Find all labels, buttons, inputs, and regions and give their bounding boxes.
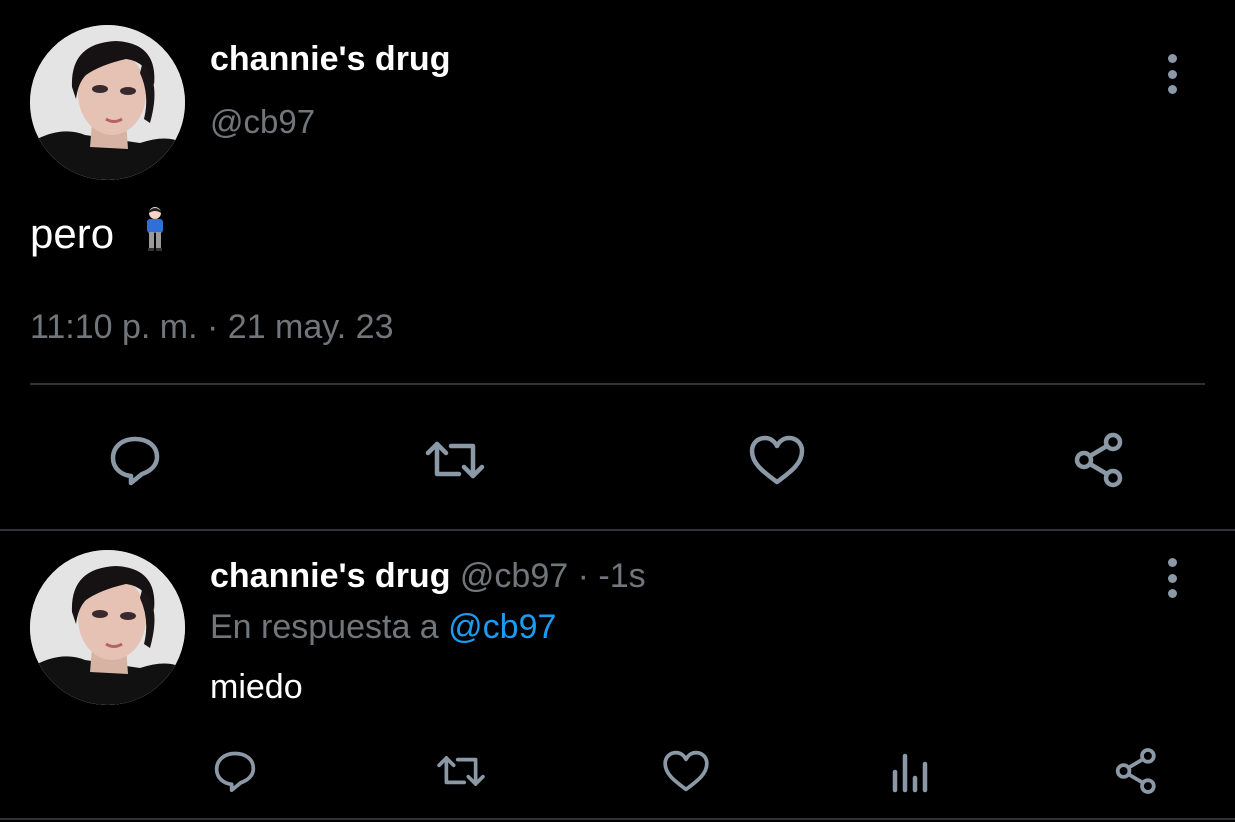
tweet-separator xyxy=(0,818,1235,820)
avatar[interactable] xyxy=(30,25,185,180)
display-name[interactable]: channie's drug xyxy=(210,40,450,79)
reply-header: channie's drug @cb97 · -1s xyxy=(210,557,646,596)
more-dot-icon xyxy=(1167,54,1177,63)
handle-and-time: @cb97 · -1s xyxy=(459,557,646,595)
retweet-icon xyxy=(437,756,485,786)
avatar[interactable] xyxy=(30,550,185,705)
reply-icon xyxy=(214,751,256,793)
tweet-text: pero xyxy=(30,207,168,261)
main-tweet: channie's drug @cb97 pero 11:10 p. m. · … xyxy=(0,0,1235,530)
more-dot-icon xyxy=(1167,558,1177,567)
replying-to: En respuesta a @cb97 xyxy=(210,608,556,647)
tweet-text: miedo xyxy=(210,668,303,706)
like-button[interactable] xyxy=(742,425,812,495)
retweet-button[interactable] xyxy=(432,742,490,800)
standing-person-emoji xyxy=(142,207,168,261)
tweet-text-content: pero xyxy=(30,210,115,257)
display-name[interactable]: channie's drug xyxy=(210,557,450,595)
more-dot-icon xyxy=(1167,573,1177,583)
tweet-separator xyxy=(0,529,1235,531)
like-icon xyxy=(663,750,709,792)
reply-button[interactable] xyxy=(100,425,170,495)
retweet-icon xyxy=(425,441,485,479)
user-handle[interactable]: @cb97 xyxy=(210,103,315,141)
replying-to-label: En respuesta a xyxy=(210,608,439,646)
retweet-button[interactable] xyxy=(420,425,490,495)
views-button[interactable] xyxy=(882,742,940,800)
more-options-button[interactable] xyxy=(1157,558,1187,598)
reply-button[interactable] xyxy=(206,742,264,800)
tweet-thread-screen: channie's drug @cb97 pero 11:10 p. m. · … xyxy=(0,0,1235,822)
divider xyxy=(30,383,1205,385)
like-icon xyxy=(749,435,805,485)
more-dot-icon xyxy=(1167,589,1177,598)
mention-link[interactable]: @cb97 xyxy=(448,608,556,646)
share-button[interactable] xyxy=(1108,742,1166,800)
more-dot-icon xyxy=(1167,85,1177,94)
views-icon xyxy=(892,753,928,793)
more-options-button[interactable] xyxy=(1157,54,1187,94)
more-dot-icon xyxy=(1167,69,1177,79)
share-button[interactable] xyxy=(1065,425,1135,495)
like-button[interactable] xyxy=(657,742,715,800)
share-icon xyxy=(1074,432,1123,488)
tweet-timestamp[interactable]: 11:10 p. m. · 21 may. 23 xyxy=(30,308,393,347)
reply-icon xyxy=(110,436,160,486)
share-icon xyxy=(1115,748,1156,794)
